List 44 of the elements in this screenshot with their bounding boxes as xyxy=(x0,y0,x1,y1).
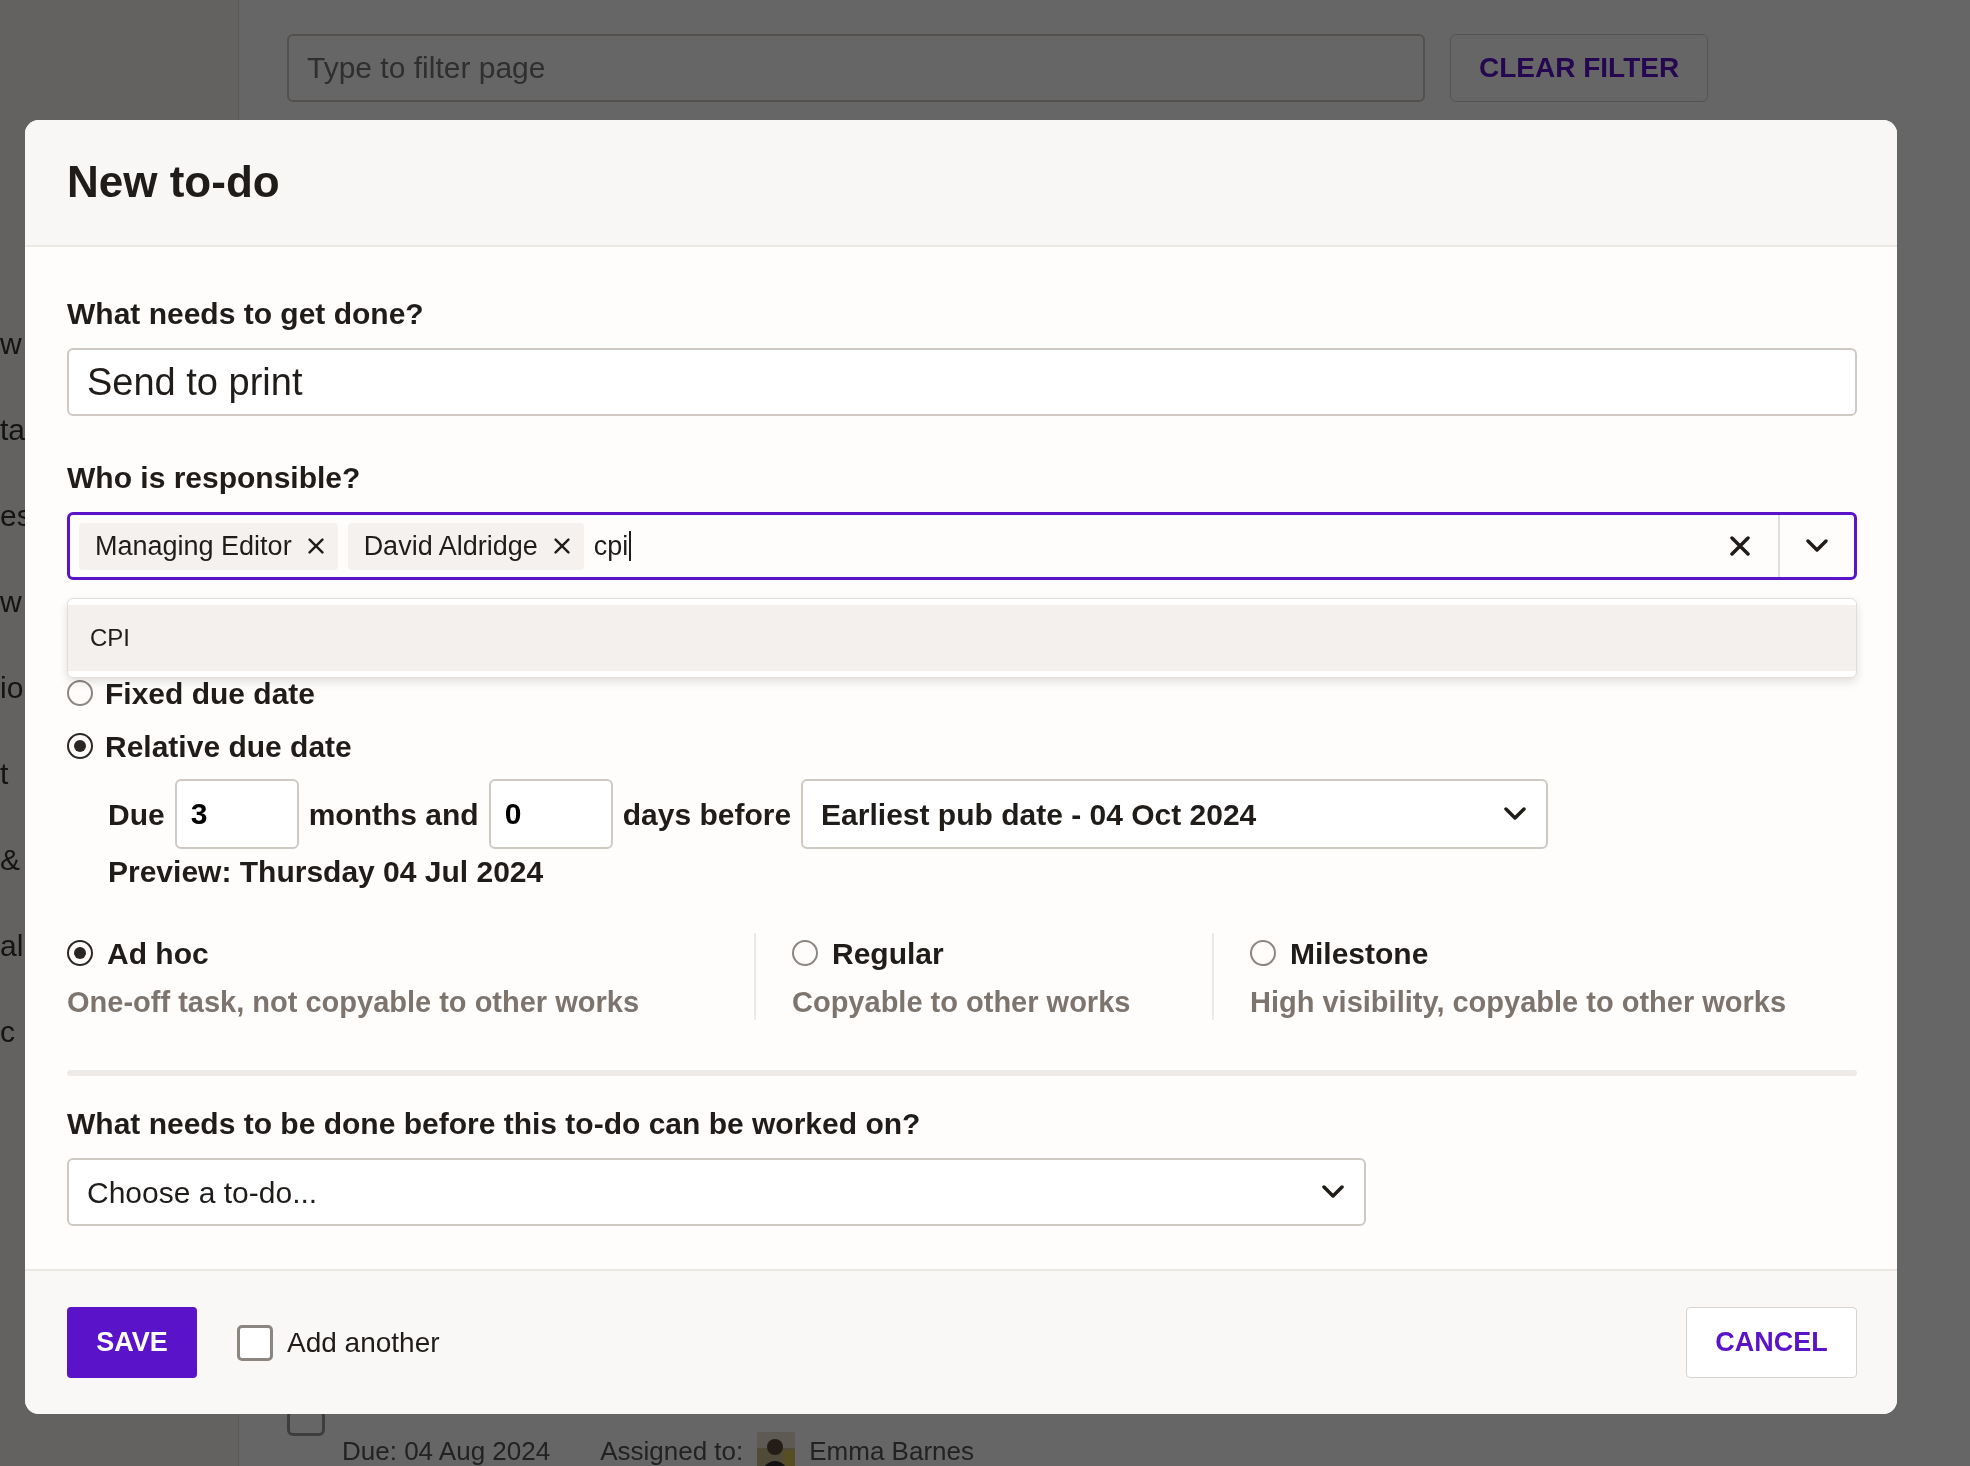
radio-button[interactable] xyxy=(67,733,93,759)
radio-label: Milestone xyxy=(1290,935,1429,972)
radio-button[interactable] xyxy=(67,940,93,966)
task-input[interactable]: Send to print xyxy=(67,348,1857,416)
dropdown-option[interactable]: CPI xyxy=(68,605,1856,671)
radio-button[interactable] xyxy=(1250,940,1276,966)
days-input[interactable]: 0 xyxy=(488,779,613,849)
remove-icon[interactable] xyxy=(553,538,570,554)
radio-label: Regular xyxy=(832,935,944,972)
radio-label: Relative due date xyxy=(105,728,352,765)
anchor-date-select[interactable]: Earliest pub date - 04 Oct 2024 xyxy=(801,779,1549,849)
radio-button[interactable] xyxy=(792,940,818,966)
chevron-down-icon xyxy=(1322,1185,1344,1199)
search-text: cpi xyxy=(593,529,629,563)
months-label: months and xyxy=(308,796,479,833)
months-input[interactable]: 3 xyxy=(174,779,299,849)
field-label: What needs to be done before this to-do can be worked on? xyxy=(67,1106,922,1142)
days-label: days before xyxy=(622,796,792,833)
due-label: Due xyxy=(108,796,165,833)
preview-text: Preview: Thursday 04 Jul 2024 xyxy=(108,854,545,890)
radio-button[interactable] xyxy=(67,680,93,706)
due-date-text: Due: 04 Aug 2024 xyxy=(342,1434,551,1466)
close-icon[interactable] xyxy=(1730,536,1750,556)
assigned-label: Assigned to: xyxy=(600,1434,744,1466)
assignee-chip[interactable]: Managing Editor xyxy=(79,522,338,570)
radio-label: Fixed due date xyxy=(105,675,316,712)
field-label: What needs to get done? xyxy=(67,296,425,332)
assignee-name: Emma Barnes xyxy=(809,1434,974,1466)
cancel-button[interactable]: CANCEL xyxy=(1686,1307,1857,1378)
radio-label: Ad hoc xyxy=(107,935,209,972)
checkbox[interactable] xyxy=(237,1324,273,1361)
type-description: High visibility, copyable to other works xyxy=(1250,985,1787,1020)
text-cursor xyxy=(629,531,632,561)
assignee-chip[interactable]: David Aldridge xyxy=(347,522,584,570)
dependency-select[interactable]: Choose a to-do... xyxy=(67,1158,1366,1226)
type-description: One-off task, not copyable to other works xyxy=(67,985,640,1020)
checkbox-label: Add another xyxy=(287,1325,440,1360)
type-description: Copyable to other works xyxy=(792,985,1132,1020)
chevron-down-icon xyxy=(1504,807,1527,821)
remove-icon[interactable] xyxy=(307,538,324,554)
chevron-down-icon[interactable] xyxy=(1806,539,1828,553)
dialog-title: New to-do xyxy=(67,156,280,209)
field-label: Who is responsible? xyxy=(67,460,362,496)
save-button[interactable]: SAVE xyxy=(67,1307,197,1378)
